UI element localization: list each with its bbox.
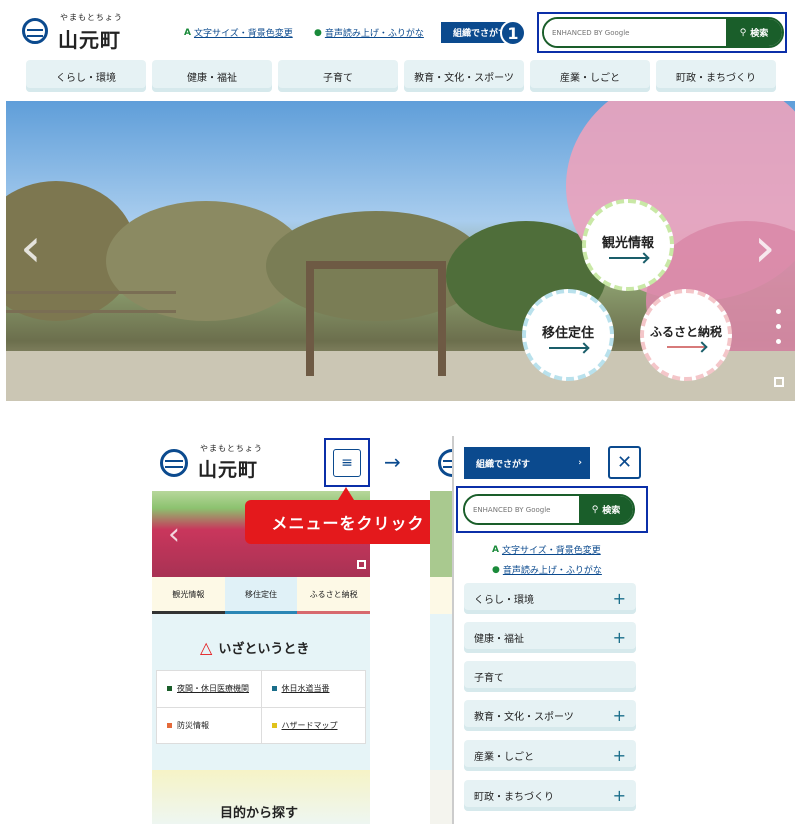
menu-item-chosei[interactable]: 町政・まちづくり + — [464, 780, 636, 811]
org-search-button-label: 組織でさがす — [453, 29, 508, 39]
hero-arrow-next[interactable]: › — [754, 216, 776, 279]
emergency-section: △ いざというとき 夜間・休日医療機関 休日水道当番 防災情報 ハザードマップ — [152, 614, 370, 770]
chevron-right-icon: › — [578, 458, 582, 468]
plus-icon: + — [612, 628, 626, 647]
hero-slideshow: ‹ › 観光情報 移住定住 ふるさと納税 — [6, 101, 795, 401]
hamburger-menu-button[interactable]: ≡ — [333, 449, 361, 477]
menu-backdrop — [430, 491, 454, 824]
gnav-kurashi[interactable]: くらし・環境 — [26, 60, 146, 92]
mobile-search-button[interactable]: ⚲ 検索 — [579, 496, 633, 523]
tab-furusato[interactable]: ふるさと納税 — [297, 577, 371, 614]
mobile-font-size-link[interactable]: A 文字サイズ・背景色変更 — [492, 543, 601, 557]
mobile-site-search: ⚲ 検索 — [463, 494, 635, 525]
step-badge: 1 — [500, 20, 526, 46]
mobile-logo-ruby: やまもとちょう — [200, 444, 263, 453]
emergency-item[interactable]: ハザードマップ — [261, 707, 366, 744]
font-size-icon: A — [492, 544, 499, 555]
font-size-icon: A — [184, 27, 191, 38]
plus-icon: + — [612, 746, 626, 765]
mobile-search-button-label: 検索 — [602, 506, 621, 516]
arrow-icon — [667, 345, 705, 348]
purpose-heading: 目的から探す — [220, 806, 299, 821]
mobile-hero-prev[interactable]: ‹ — [168, 517, 180, 552]
gnav-kyoiku[interactable]: 教育・文化・スポーツ — [404, 60, 524, 92]
menu-item-kosodate[interactable]: 子育て — [464, 661, 636, 692]
microphone-icon: ● — [314, 27, 322, 38]
mobile-font-size-label: 文字サイズ・背景色変更 — [501, 546, 601, 556]
font-size-link[interactable]: A 文字サイズ・背景色変更 — [184, 26, 293, 40]
speech-link[interactable]: ● 音声読み上げ・ふりがな — [314, 26, 424, 40]
site-logo[interactable]: 山元町 — [58, 24, 121, 53]
arrow-icon — [609, 256, 647, 259]
tab-tourism[interactable]: 観光情報 — [152, 577, 225, 614]
town-emblem-icon — [22, 18, 48, 44]
wooden-gate — [306, 261, 446, 376]
mobile-site-logo[interactable]: 山元町 — [198, 455, 258, 482]
transition-arrow: → — [384, 450, 401, 474]
gnav-sangyo[interactable]: 産業・しごと — [530, 60, 650, 92]
gnav-chosei[interactable]: 町政・まちづくり — [656, 60, 776, 92]
speech-link-label: 音声読み上げ・ふりがな — [324, 29, 424, 39]
mobile-search-input[interactable] — [465, 496, 579, 523]
mobile-speech-label: 音声読み上げ・ふりがな — [502, 566, 602, 576]
site-search: ⚲ 検索 — [542, 17, 784, 48]
mobile-org-search-label: 組織でさがす — [476, 459, 531, 470]
click-menu-callout: メニューをクリック — [245, 500, 451, 544]
emergency-item[interactable]: 防災情報 — [157, 707, 262, 744]
tab-migration[interactable]: 移住定住 — [224, 577, 298, 614]
gnav-kosodate[interactable]: 子育て — [278, 60, 398, 92]
hero-arrow-prev[interactable]: ‹ — [20, 216, 42, 279]
hero-migration-button[interactable]: 移住定住 — [522, 289, 614, 381]
purpose-section: 目的から探す — [152, 770, 370, 824]
font-size-link-label: 文字サイズ・背景色変更 — [193, 29, 293, 39]
mobile-tabs: 観光情報 移住定住 ふるさと納税 — [152, 577, 371, 614]
menu-item-sangyo[interactable]: 産業・しごと + — [464, 740, 636, 771]
slider-dots[interactable] — [776, 309, 781, 344]
logo-ruby: やまもとちょう — [60, 13, 123, 22]
mobile-org-search-button[interactable]: 組織でさがす › — [464, 447, 590, 479]
microphone-icon: ● — [492, 564, 500, 575]
search-button[interactable]: ⚲ 検索 — [726, 19, 782, 46]
plus-icon: + — [612, 706, 626, 725]
search-input[interactable] — [544, 19, 726, 46]
pause-button[interactable] — [774, 377, 784, 387]
hamburger-icon: ≡ — [341, 455, 353, 471]
plus-icon: + — [612, 786, 626, 805]
warning-icon: △ — [200, 638, 213, 657]
gnav-kenko[interactable]: 健康・福祉 — [152, 60, 272, 92]
arrow-icon — [549, 346, 587, 349]
close-icon: ✕ — [616, 452, 633, 473]
pause-button[interactable] — [357, 560, 366, 569]
town-emblem-icon — [160, 449, 188, 477]
menu-item-kenko[interactable]: 健康・福祉 + — [464, 622, 636, 653]
menu-item-kurashi[interactable]: くらし・環境 + — [464, 583, 636, 614]
plus-icon: + — [612, 589, 626, 608]
hero-furusato-button[interactable]: ふるさと納税 — [640, 289, 732, 381]
hero-fence — [6, 291, 176, 313]
menu-item-kyoiku[interactable]: 教育・文化・スポーツ + — [464, 700, 636, 731]
mobile-speech-link[interactable]: ● 音声読み上げ・ふりがな — [492, 563, 602, 577]
hero-tourism-button[interactable]: 観光情報 — [582, 199, 674, 291]
emergency-item[interactable]: 休日水道当番 — [261, 671, 366, 708]
search-button-label: 検索 — [750, 29, 769, 39]
emergency-item[interactable]: 夜間・休日医療機関 — [157, 671, 262, 708]
emergency-heading: △ いざというとき — [200, 638, 310, 657]
search-icon: ⚲ — [591, 504, 599, 515]
emergency-grid: 夜間・休日医療機関 休日水道当番 防災情報 ハザードマップ — [156, 670, 366, 744]
callout-pointer — [338, 487, 354, 500]
search-icon: ⚲ — [739, 27, 747, 38]
close-menu-button[interactable]: ✕ — [608, 446, 641, 479]
